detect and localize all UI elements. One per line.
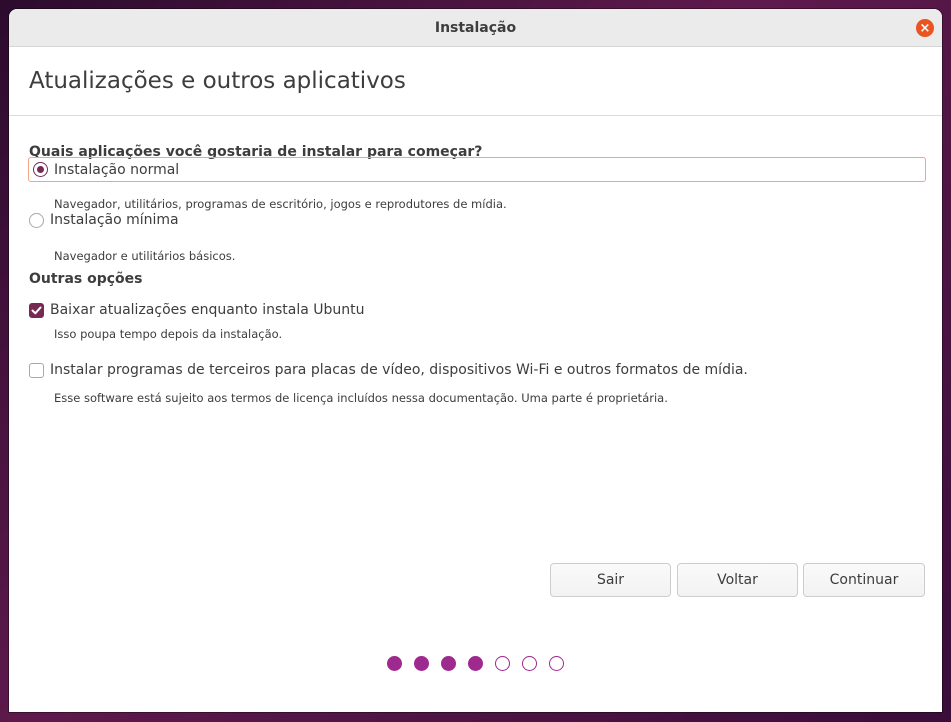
radio-selected-icon — [33, 162, 48, 177]
third-party-description: Esse software está sujeito aos termos de… — [54, 391, 668, 405]
step-dot — [549, 656, 564, 671]
checkbox-unchecked-icon — [29, 362, 44, 378]
radio-normal-label: Instalação normal — [54, 161, 180, 178]
normal-install-description: Navegador, utilitários, programas de esc… — [54, 197, 507, 211]
third-party-label: Instalar programas de terceiros para pla… — [50, 362, 748, 378]
step-dot — [468, 656, 483, 671]
close-icon: × — [919, 20, 931, 36]
installer-window: Instalação × Atualizações e outros aplic… — [9, 9, 942, 712]
page-header: Atualizações e outros aplicativos — [9, 47, 942, 116]
step-dot — [522, 656, 537, 671]
radio-unselected-icon — [29, 212, 44, 228]
quit-button[interactable]: Sair — [550, 563, 671, 597]
window-title: Instalação — [434, 19, 517, 36]
step-dot — [387, 656, 402, 671]
continue-button[interactable]: Continuar — [803, 563, 925, 597]
close-button[interactable]: × — [916, 19, 934, 37]
title-bar: Instalação × — [9, 9, 942, 47]
minimal-install-description: Navegador e utilitários básicos. — [54, 249, 236, 263]
checkbox-third-party-software[interactable]: Instalar programas de terceiros para pla… — [29, 362, 748, 378]
step-dot — [441, 656, 456, 671]
download-updates-description: Isso poupa tempo depois da instalação. — [54, 327, 283, 341]
step-dot — [414, 656, 429, 671]
download-updates-label: Baixar atualizações enquanto instala Ubu… — [50, 302, 365, 318]
checkmark-icon — [29, 302, 44, 318]
radio-normal-install[interactable]: Instalação normal — [28, 157, 926, 182]
radio-minimal-label: Instalação mínima — [50, 212, 179, 228]
checkbox-download-updates[interactable]: Baixar atualizações enquanto instala Ubu… — [29, 302, 364, 318]
back-button[interactable]: Voltar — [677, 563, 798, 597]
other-options-title: Outras opções — [29, 271, 143, 287]
progress-dots — [387, 656, 564, 671]
radio-minimal-install[interactable]: Instalação mínima — [29, 212, 179, 228]
page-title: Atualizações e outros aplicativos — [29, 68, 406, 94]
step-dot — [495, 656, 510, 671]
